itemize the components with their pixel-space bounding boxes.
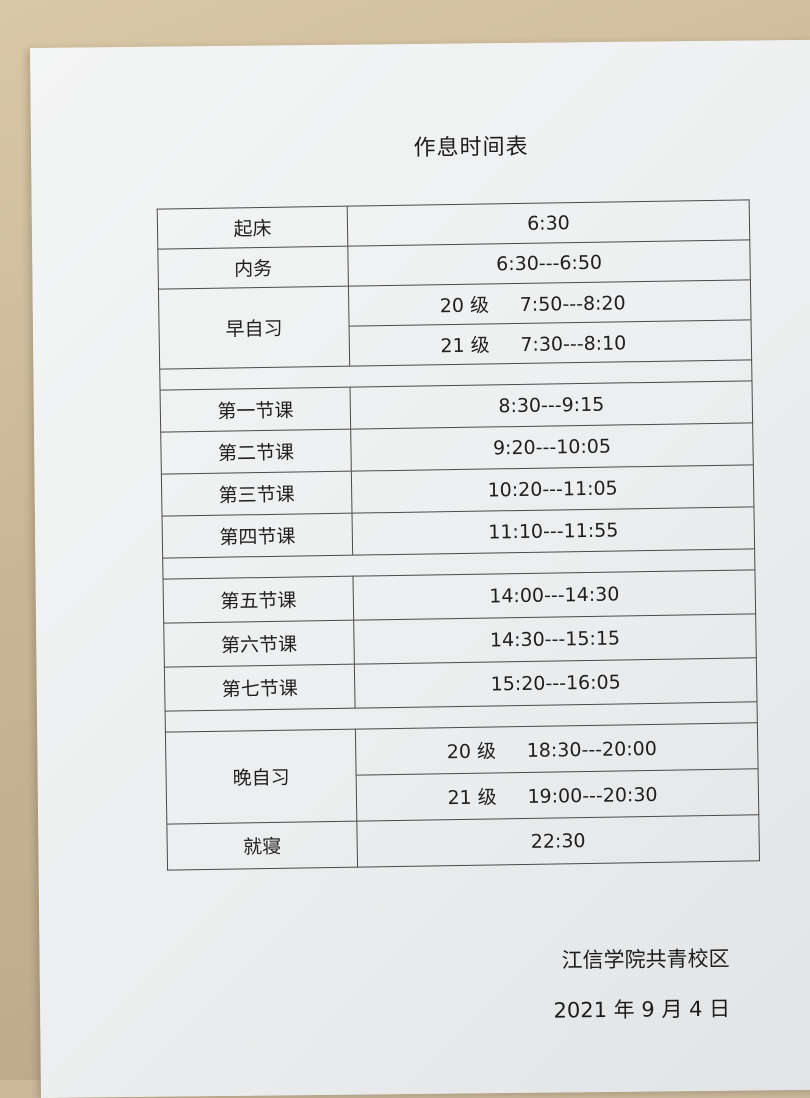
row-time: 11:10---11:55 xyxy=(351,506,755,556)
row-time: 14:00---14:30 xyxy=(352,569,756,621)
row-time: 21 级 7:30---8:10 xyxy=(349,319,752,367)
row-time: 8:30---9:15 xyxy=(350,380,753,430)
grade-time: 7:30---8:10 xyxy=(520,332,627,356)
row-time: 10:20---11:05 xyxy=(351,464,754,514)
row-label: 晚自习 xyxy=(165,729,357,825)
row-time: 20 级 18:30---20:00 xyxy=(355,722,759,776)
row-label: 早自习 xyxy=(158,286,350,370)
row-time: 15:20---16:05 xyxy=(354,657,758,709)
grade-time: 18:30---20:00 xyxy=(526,737,657,762)
table-row: 就寝 22:30 xyxy=(166,814,760,871)
row-time: 9:20---10:05 xyxy=(350,422,754,472)
row-time: 22:30 xyxy=(356,814,760,868)
row-time: 14:30---15:15 xyxy=(353,613,757,665)
row-label: 就寝 xyxy=(166,821,358,871)
row-label: 第七节课 xyxy=(164,664,356,712)
row-label: 第一节课 xyxy=(160,387,351,433)
row-label: 第三节课 xyxy=(161,471,352,517)
schedule-sheet: 作息时间表 起床 6:30 内务 6:30---6:50 早自习 20 级 7:5… xyxy=(30,39,810,1098)
row-time: 6:30---6:50 xyxy=(347,239,751,287)
grade-label: 20 级 xyxy=(439,294,490,318)
schedule-table: 起床 6:30 内务 6:30---6:50 早自习 20 级 7:50---8:… xyxy=(157,199,760,871)
row-time: 20 级 7:50---8:20 xyxy=(348,279,752,327)
row-label: 内务 xyxy=(157,246,349,290)
row-label: 第六节课 xyxy=(163,620,355,668)
row-time: 21 级 19:00---20:30 xyxy=(356,768,759,822)
grade-label: 20 级 xyxy=(446,740,497,764)
sheet-title: 作息时间表 xyxy=(413,134,529,161)
school-name: 江信学院共青校区 xyxy=(561,946,730,973)
grade-label: 21 级 xyxy=(440,334,490,358)
grade-label: 21 级 xyxy=(447,786,497,810)
grade-time: 19:00---20:30 xyxy=(527,783,658,808)
row-label: 第四节课 xyxy=(162,513,353,559)
row-label: 起床 xyxy=(157,206,348,250)
row-label: 第二节课 xyxy=(160,429,352,475)
row-time: 6:30 xyxy=(347,199,750,247)
document-date: 2021 年 9 月 4 日 xyxy=(553,996,731,1023)
row-label: 第五节课 xyxy=(163,576,354,624)
grade-time: 7:50---8:20 xyxy=(519,292,626,316)
